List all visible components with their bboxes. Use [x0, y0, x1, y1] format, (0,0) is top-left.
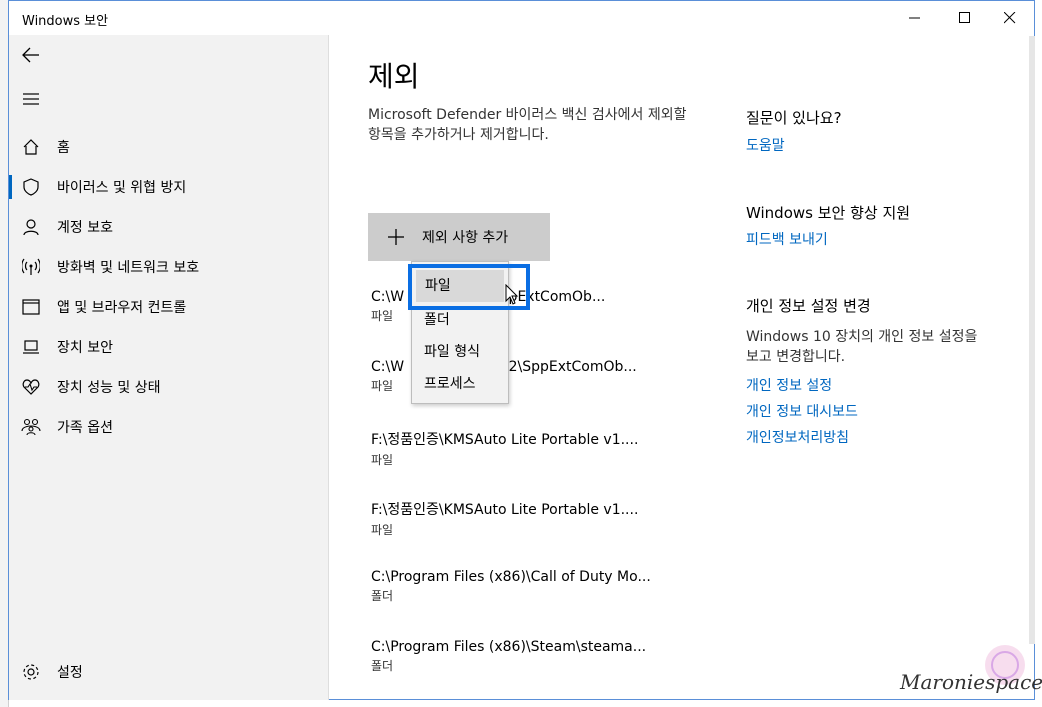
exclusion-type: 파일 — [371, 453, 394, 467]
privacy-statement-link[interactable]: 개인정보처리방침 — [746, 427, 849, 447]
hamburger-icon — [23, 93, 39, 105]
improve-heading: Windows 보안 향상 지원 — [746, 204, 911, 222]
privacy-dashboard-link[interactable]: 개인 정보 대시보드 — [746, 401, 858, 421]
maximize-icon — [959, 12, 970, 23]
back-button[interactable] — [19, 43, 43, 67]
home-icon — [20, 136, 42, 158]
exclusion-item[interactable]: C:\Program Files (x86)\Steam\steama... 폴… — [371, 639, 671, 674]
add-exclusion-button[interactable]: 제외 사항 추가 — [368, 213, 550, 261]
plus-icon — [386, 227, 406, 247]
sidebar-item-home[interactable]: 홈 — [9, 127, 329, 167]
sidebar-item-virus-protection[interactable]: 바이러스 및 위협 방지 — [9, 167, 329, 207]
sidebar-item-family-options[interactable]: 가족 옵션 — [9, 407, 329, 447]
exclusion-path: F:\정품인증\KMSAuto Lite Portable v1.... — [371, 502, 639, 518]
sidebar-item-label: 앱 및 브라우저 컨트롤 — [57, 300, 187, 316]
exclusion-item[interactable]: C:\Program Files (x86)\Call of Duty Mo..… — [371, 569, 671, 604]
windows-security-window: Windows 보안 홈 바이러스 및 위협 방지 계정 보호 방화벽 및 네트… — [8, 0, 1035, 700]
window-title: Windows 보안 — [22, 14, 109, 29]
exclusion-item[interactable]: F:\정품인증\KMSAuto Lite Portable v1.... 파일 — [371, 429, 671, 468]
watermark-text: Maroniespace — [900, 670, 1042, 694]
exclusion-path: C:\Program Files (x86)\Steam\steama... — [371, 639, 647, 655]
sidebar-item-label: 가족 옵션 — [57, 420, 113, 436]
minimize-icon — [909, 17, 920, 19]
privacy-settings-link[interactable]: 개인 정보 설정 — [746, 375, 832, 395]
sidebar-item-label: 계정 보호 — [57, 220, 113, 236]
sidebar-item-label: 바이러스 및 위협 방지 — [57, 180, 187, 196]
maximize-button[interactable] — [942, 1, 988, 35]
privacy-description: Windows 10 장치의 개인 정보 설정을 보고 변경합니다. — [746, 329, 978, 365]
sidebar-item-firewall[interactable]: 방화벽 및 네트워크 보호 — [9, 247, 329, 287]
antenna-icon — [20, 256, 42, 278]
sidebar-item-device-security[interactable]: 장치 보안 — [9, 327, 329, 367]
minimize-button[interactable] — [892, 1, 938, 35]
exclusion-path: C:\Program Files (x86)\Call of Duty Mo..… — [371, 569, 651, 585]
hamburger-menu-button[interactable] — [19, 87, 43, 111]
privacy-heading: 개인 정보 설정 변경 — [746, 297, 871, 315]
back-arrow-icon — [22, 47, 39, 63]
title-bar: Windows 보안 — [9, 1, 1034, 35]
family-icon — [20, 416, 42, 438]
close-icon — [1004, 12, 1016, 24]
main-content: 제외 Microsoft Defender 바이러스 백신 검사에서 제외할 항… — [330, 35, 1035, 700]
sidebar-item-label: 장치 성능 및 상태 — [57, 380, 161, 396]
close-button[interactable] — [987, 1, 1033, 35]
add-exclusion-label: 제외 사항 추가 — [422, 230, 509, 246]
shield-icon — [20, 176, 42, 198]
sidebar-item-account-protection[interactable]: 계정 보호 — [9, 207, 329, 247]
browser-window-icon — [20, 296, 42, 318]
sidebar-item-label: 방화벽 및 네트워크 보호 — [57, 260, 200, 276]
sidebar-item-device-performance[interactable]: 장치 성능 및 상태 — [9, 367, 329, 407]
sidebar-item-app-browser-control[interactable]: 앱 및 브라우저 컨트롤 — [9, 287, 329, 327]
mouse-cursor-icon — [505, 284, 519, 305]
page-description: Microsoft Defender 바이러스 백신 검사에서 제외할 항목을 … — [368, 107, 687, 143]
page-title: 제외 — [368, 60, 420, 93]
gear-icon — [20, 661, 42, 683]
dropdown-item-file-type[interactable]: 파일 형식 — [412, 336, 508, 368]
exclusion-path: F:\정품인증\KMSAuto Lite Portable v1.... — [371, 432, 639, 448]
sidebar-item-settings[interactable]: 설정 — [9, 652, 329, 692]
watermark: Maroniespace — [900, 640, 1042, 707]
exclusion-type: 폴더 — [371, 659, 394, 673]
exclusion-type: 파일 — [371, 523, 394, 537]
exclusion-item[interactable]: F:\정품인증\KMSAuto Lite Portable v1.... 파일 — [371, 499, 671, 538]
sidebar-item-label: 장치 보안 — [57, 340, 113, 356]
help-link[interactable]: 도움말 — [746, 135, 785, 155]
sidebar: 홈 바이러스 및 위협 방지 계정 보호 방화벽 및 네트워크 보호 앱 및 브… — [9, 35, 329, 700]
dropdown-item-process[interactable]: 프로세스 — [412, 368, 508, 400]
person-icon — [20, 216, 42, 238]
sidebar-item-label: 설정 — [57, 665, 83, 681]
laptop-icon — [20, 336, 42, 358]
sidebar-item-label: 홈 — [57, 140, 70, 156]
scrollbar[interactable] — [1029, 36, 1035, 644]
feedback-link[interactable]: 피드백 보내기 — [746, 229, 828, 249]
exclusion-type: 폴더 — [371, 589, 394, 603]
help-heading: 질문이 있나요? — [746, 109, 842, 127]
heart-pulse-icon — [20, 376, 42, 398]
